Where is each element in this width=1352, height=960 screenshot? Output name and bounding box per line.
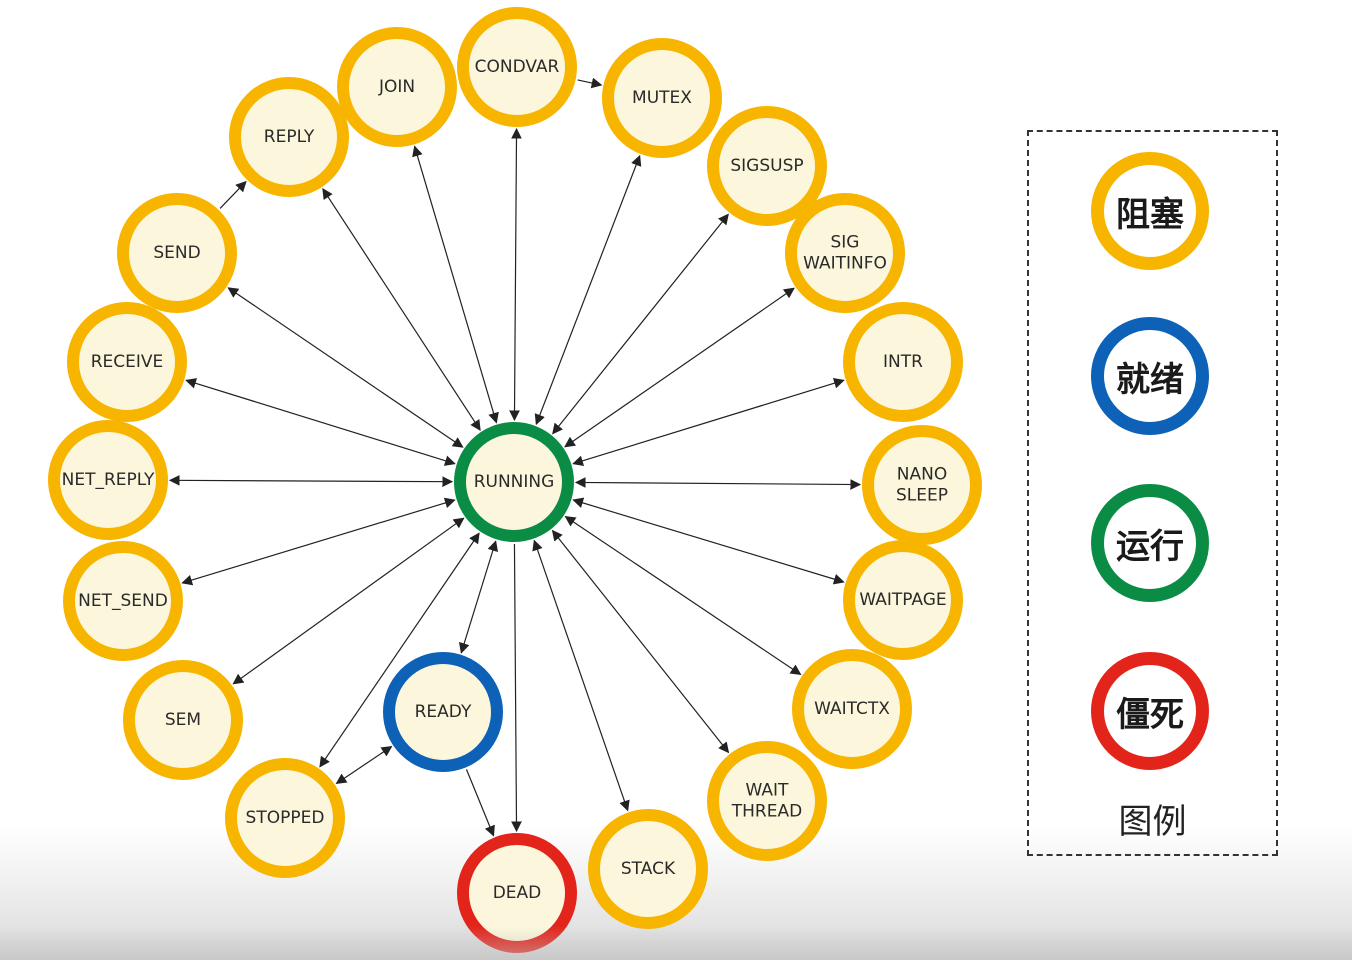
- node-intr: INTR: [843, 302, 963, 422]
- edge-running-to-intr: [572, 377, 845, 467]
- node-label-reply: REPLY: [264, 127, 315, 147]
- node-label-stopped: STOPPED: [246, 808, 325, 828]
- edge-running-to-send: [227, 287, 464, 448]
- thread-state-diagram: RUNNING CONDVAR JOIN REPLY SEND RECEIVE NET_RE…: [48, 7, 982, 953]
- node-label-waitctx: WAITCTX: [814, 699, 890, 719]
- node-label-join: JOIN: [378, 77, 415, 97]
- node-net_send: NET_SEND: [63, 541, 183, 661]
- edge-running-to-waitpage: [572, 497, 845, 585]
- node-join: JOIN: [337, 27, 457, 147]
- legend-label-dead: 僵死: [1116, 694, 1184, 735]
- edge-send-to-reply: [219, 180, 247, 209]
- node-reply: REPLY: [229, 77, 349, 197]
- node-nanosleep: NANOSLEEP: [862, 425, 982, 545]
- node-waitctx: WAITCTX: [792, 649, 912, 769]
- legend-label-ready: 就绪: [1116, 359, 1184, 400]
- edge-running-to-sigwaitinfo: [564, 287, 795, 448]
- node-label-net_reply: NET_REPLY: [62, 470, 155, 490]
- node-stack: STACK: [588, 809, 708, 929]
- edge-running-to-nanosleep: [574, 477, 862, 490]
- node-label-sigsusp: SIGSUSP: [730, 156, 803, 176]
- node-send: SEND: [117, 193, 237, 313]
- edge-stopped-to-ready: [335, 745, 393, 785]
- node-label-mutex: MUTEX: [632, 88, 692, 108]
- node-net_reply: NET_REPLY: [48, 420, 168, 540]
- edge-running-to-stack: [532, 539, 630, 812]
- node-label-sigwaitinfo-1: WAITINFO: [803, 254, 887, 274]
- edge-running-to-receive: [185, 378, 456, 466]
- node-condvar: CONDVAR: [457, 7, 577, 127]
- edge-running-to-ready: [458, 540, 499, 654]
- node-label-intr: INTR: [883, 352, 923, 372]
- node-label-ready: READY: [415, 702, 472, 722]
- node-label-stack: STACK: [621, 859, 676, 879]
- node-label-dead: DEAD: [493, 883, 542, 903]
- node-waitthread: WAITTHREAD: [707, 741, 827, 861]
- edge-running-to-net_reply: [168, 474, 454, 488]
- legend-item-running: 运行: [1091, 484, 1209, 602]
- edge-running-to-waitthread: [551, 529, 730, 754]
- node-sem: SEM: [123, 660, 243, 780]
- edge-running-to-net_send: [181, 497, 456, 586]
- edge-running-to-condvar: [509, 127, 522, 422]
- node-label-sem: SEM: [165, 710, 201, 730]
- bottom-shadow: [0, 926, 1352, 960]
- node-label-waitthread-1: THREAD: [731, 802, 802, 822]
- edge-running-to-reply: [322, 188, 481, 431]
- node-stopped: STOPPED: [225, 758, 345, 878]
- legend-item-dead: 僵死: [1091, 652, 1209, 770]
- node-label-sigwaitinfo-0: SIG: [831, 233, 860, 253]
- node-mutex: MUTEX: [602, 38, 722, 158]
- node-label-send: SEND: [153, 243, 200, 263]
- edge-running-to-sigsusp: [552, 213, 729, 435]
- node-label-nanosleep-0: NANO: [897, 465, 947, 485]
- edge-running-to-dead: [511, 543, 522, 833]
- node-label-net_send: NET_SEND: [78, 591, 168, 611]
- edge-running-to-join: [412, 145, 499, 424]
- edge-ready-to-dead: [465, 769, 495, 837]
- node-label-waitthread-0: WAIT: [746, 781, 790, 801]
- node-label-condvar: CONDVAR: [475, 57, 560, 77]
- node-ready: READY: [383, 652, 503, 772]
- edge-condvar-to-mutex: [577, 77, 603, 89]
- node-waitpage: WAITPAGE: [843, 540, 963, 660]
- node-sigwaitinfo: SIGWAITINFO: [785, 193, 905, 313]
- edge-running-to-mutex: [534, 154, 642, 426]
- node-sigsusp: SIGSUSP: [707, 106, 827, 226]
- node-receive: RECEIVE: [67, 302, 187, 422]
- node-label-nanosleep-1: SLEEP: [896, 486, 948, 506]
- node-label-receive: RECEIVE: [91, 352, 164, 372]
- legend-item-ready: 就绪: [1091, 317, 1209, 435]
- node-label-running: RUNNING: [474, 472, 555, 492]
- state-diagram-canvas: RUNNING CONDVAR JOIN REPLY SEND RECEIVE NET_RE…: [0, 0, 1352, 960]
- legend-label-blocked: 阻塞: [1116, 194, 1184, 235]
- node-running: RUNNING: [454, 422, 574, 542]
- node-label-waitpage: WAITPAGE: [859, 590, 946, 610]
- edge-running-to-waitctx: [564, 515, 802, 676]
- legend-label-running: 运行: [1116, 526, 1184, 567]
- legend-box: 阻塞 就绪 运行 僵死 图例: [1027, 130, 1278, 856]
- legend-caption: 图例: [1118, 802, 1187, 842]
- legend-item-blocked: 阻塞: [1091, 152, 1209, 270]
